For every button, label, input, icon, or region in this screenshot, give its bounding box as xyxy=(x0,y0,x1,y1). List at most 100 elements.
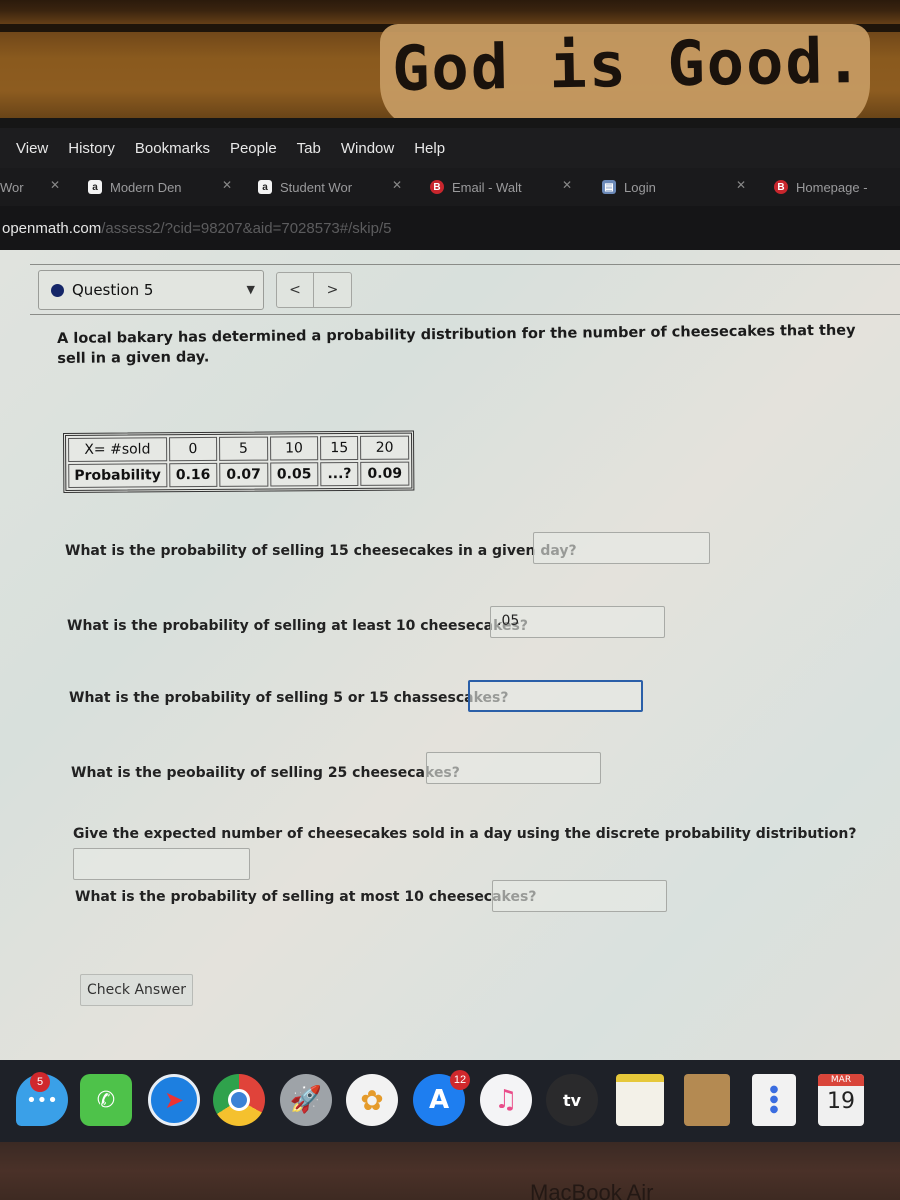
answer-5-input[interactable] xyxy=(73,848,250,880)
question-6-text: What is the probability of selling at mo… xyxy=(75,889,537,905)
menu-people[interactable]: People xyxy=(230,140,277,157)
menu-history[interactable]: History xyxy=(68,140,115,157)
tab-label: Email - Walt xyxy=(452,179,522,195)
question-intro: A local bakary has determined a probabil… xyxy=(57,322,856,367)
probability-table: X= #sold 0 5 10 15 20 Probability 0.16 0… xyxy=(63,430,415,493)
url-path: /assess2/?cid=98207&aid=7028573#/skip/5 xyxy=(101,219,392,237)
table-cell: 0 xyxy=(168,436,218,462)
tab-login[interactable]: ▤ Login xyxy=(602,176,656,198)
close-icon[interactable]: ✕ xyxy=(392,178,402,192)
row-header: X= #sold xyxy=(68,437,167,462)
list-dots-icon: ● ● ● xyxy=(769,1084,779,1115)
tab-modern-den[interactable]: a Modern Den xyxy=(88,176,182,198)
facetime-icon[interactable]: ✆ xyxy=(80,1074,132,1126)
answer-1-input[interactable] xyxy=(533,532,710,564)
question-5-text: Give the expected number of cheesecakes … xyxy=(73,826,857,842)
menu-help[interactable]: Help xyxy=(414,140,445,157)
address-bar[interactable]: openmath.com /assess2/?cid=98207&aid=702… xyxy=(0,206,900,250)
tab-label: Homepage - xyxy=(796,179,868,195)
wall-sign-text: God is Good. xyxy=(391,23,865,106)
table-row: Probability 0.16 0.07 0.05 ...? 0.09 xyxy=(68,461,410,488)
notes-icon[interactable] xyxy=(616,1074,664,1126)
music-note-icon: ♫ xyxy=(494,1085,518,1115)
compass-icon: ➤ xyxy=(163,1086,185,1114)
tab-bar: Wor ✕ a Modern Den ✕ a Student Wor ✕ B E… xyxy=(0,168,900,206)
tv-icon[interactable]: tv xyxy=(546,1074,598,1126)
menu-bookmarks[interactable]: Bookmarks xyxy=(135,140,210,157)
amazon-icon: a xyxy=(88,180,102,194)
safari-icon[interactable]: ➤ xyxy=(148,1074,200,1126)
laptop-bezel xyxy=(0,1142,900,1200)
question-1-text: What is the probability of selling 15 ch… xyxy=(65,543,577,559)
menu-view[interactable]: View xyxy=(16,140,48,157)
a-glyph-icon: A xyxy=(428,1085,450,1115)
table-cell: 0.05 xyxy=(269,462,319,487)
status-dot-icon xyxy=(51,283,64,297)
chrome-center-icon xyxy=(228,1089,250,1111)
answer-4-input[interactable] xyxy=(426,752,601,784)
chat-bubble-icon: ••• xyxy=(26,1089,58,1111)
url-host: openmath.com xyxy=(2,219,102,237)
laptop-label: MacBook Air xyxy=(530,1180,654,1200)
tab-label: Student Wor xyxy=(280,179,353,195)
question-nav: < > xyxy=(276,272,352,308)
divider xyxy=(30,314,900,315)
divider xyxy=(30,264,900,265)
b-icon: B xyxy=(774,180,788,194)
app-store-badge: 12 xyxy=(450,1070,470,1090)
tab-homepage[interactable]: B Homepage - xyxy=(774,176,868,198)
close-icon[interactable]: ✕ xyxy=(736,178,746,192)
table-cell: 0.09 xyxy=(360,461,410,486)
tab-email[interactable]: B Email - Walt xyxy=(430,176,522,198)
amazon-icon: a xyxy=(258,180,272,194)
question-select-label: Question 5 xyxy=(72,281,154,299)
tab-wor[interactable]: Wor xyxy=(0,176,24,198)
close-icon[interactable]: ✕ xyxy=(562,178,572,192)
messages-badge: 5 xyxy=(30,1072,50,1092)
table-cell: 20 xyxy=(360,435,409,460)
phone-icon: ✆ xyxy=(96,1087,116,1113)
login-icon: ▤ xyxy=(602,180,616,194)
tab-label: Modern Den xyxy=(110,179,182,195)
flower-icon: ✿ xyxy=(360,1083,384,1117)
tab-label: Wor xyxy=(0,179,24,195)
answer-6-input[interactable] xyxy=(492,880,667,912)
table-cell: 10 xyxy=(269,436,319,461)
photos-icon[interactable]: ✿ xyxy=(346,1074,398,1126)
answer-3-input[interactable] xyxy=(468,680,643,712)
row-header: Probability xyxy=(68,463,167,488)
table-cell: ...? xyxy=(320,461,359,487)
question-select[interactable]: Question 5 ▼ xyxy=(38,270,264,310)
close-icon[interactable]: ✕ xyxy=(50,178,60,192)
reminders-icon[interactable]: ● ● ● xyxy=(752,1074,796,1126)
b-icon: B xyxy=(430,180,444,194)
tab-label: Login xyxy=(624,179,656,195)
calendar-month: MAR xyxy=(818,1074,864,1086)
menu-window[interactable]: Window xyxy=(341,140,394,157)
close-icon[interactable]: ✕ xyxy=(222,178,232,192)
music-icon[interactable]: ♫ xyxy=(480,1074,532,1126)
calendar-day: 19 xyxy=(827,1089,855,1114)
table-cell: 0.07 xyxy=(219,462,268,487)
question-4-text: What is the peobaility of selling 25 che… xyxy=(71,765,460,781)
question-2-text: What is the probability of selling at le… xyxy=(67,618,528,634)
answer-2-input[interactable]: .05 xyxy=(490,606,665,638)
question-3-text: What is the probability of selling 5 or … xyxy=(69,690,509,706)
chrome-icon[interactable] xyxy=(213,1074,265,1126)
caret-down-icon: ▼ xyxy=(246,283,255,296)
contacts-icon[interactable] xyxy=(684,1074,730,1126)
page-content xyxy=(0,250,900,1060)
calendar-icon[interactable]: MAR 19 xyxy=(818,1074,864,1126)
menu-bar: View History Bookmarks People Tab Window… xyxy=(0,128,900,168)
table-cell: 15 xyxy=(320,435,359,461)
launchpad-icon[interactable]: 🚀 xyxy=(280,1074,332,1126)
tab-student-wor[interactable]: a Student Wor xyxy=(258,176,352,198)
tv-label: tv xyxy=(562,1090,582,1110)
table-row: X= #sold 0 5 10 15 20 xyxy=(68,435,409,462)
prev-question-button[interactable]: < xyxy=(277,273,315,307)
table-cell: 5 xyxy=(219,436,268,461)
rocket-icon: 🚀 xyxy=(289,1085,323,1115)
next-question-button[interactable]: > xyxy=(314,273,351,307)
check-answer-button[interactable]: Check Answer xyxy=(80,974,193,1006)
menu-tab[interactable]: Tab xyxy=(297,140,321,157)
